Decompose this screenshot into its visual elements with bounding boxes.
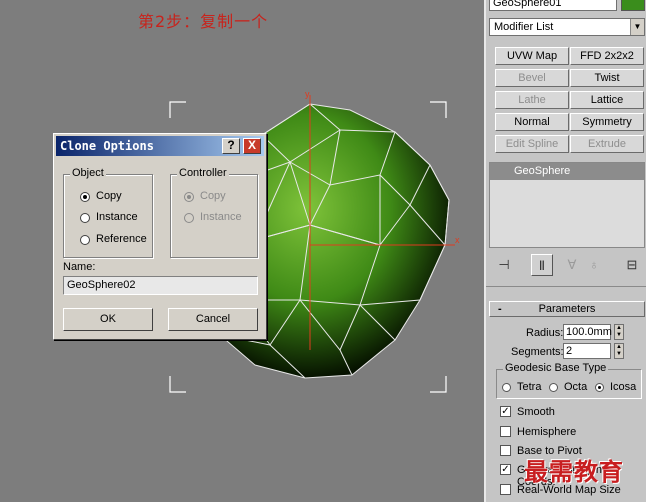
controller-group: Controller Copy Instance: [170, 167, 258, 258]
close-button[interactable]: X: [243, 138, 261, 154]
dialog-titlebar[interactable]: Clone Options ? X: [56, 136, 264, 156]
stack-toolbar: ⊣ Ⅱ ∀ ♁ ⊟: [489, 254, 645, 276]
configure-sets-icon[interactable]: ⊟: [621, 254, 643, 276]
modifier-stack[interactable]: GeoSphere: [489, 162, 645, 248]
icosa-radio[interactable]: [595, 383, 604, 392]
modifier-twist-button[interactable]: Twist: [570, 69, 644, 87]
modifier-bevel-button: Bevel: [495, 69, 569, 87]
octa-radio[interactable]: [549, 383, 558, 392]
controller-copy-radio: [184, 192, 194, 202]
show-end-result-icon[interactable]: Ⅱ: [531, 254, 553, 276]
modifier-ffd-button[interactable]: FFD 2x2x2: [570, 47, 644, 65]
modifier-normal-button[interactable]: Normal: [495, 113, 569, 131]
octa-label[interactable]: Octa: [564, 381, 587, 393]
hemisphere-label[interactable]: Hemisphere: [517, 426, 576, 438]
cancel-button[interactable]: Cancel: [168, 308, 258, 331]
stack-item-geosphere[interactable]: GeoSphere: [490, 163, 644, 180]
modifier-uvw-map-button[interactable]: UVW Map: [495, 47, 569, 65]
generate-mapping-checkbox[interactable]: ✓: [500, 464, 511, 475]
object-copy-label[interactable]: Copy: [96, 190, 122, 202]
command-panel: GeoSphere01 Modifier List ▼ UVW Map FFD …: [484, 0, 646, 502]
clone-name-input[interactable]: GeoSphere02: [63, 276, 258, 295]
segments-spinner[interactable]: ▲ ▼: [614, 343, 624, 359]
collapse-icon: -: [498, 303, 502, 315]
controller-instance-radio: [184, 213, 194, 223]
step-title: 第2步：复制一个: [138, 12, 269, 31]
radius-spinner[interactable]: ▲ ▼: [614, 324, 624, 340]
smooth-label[interactable]: Smooth: [517, 406, 555, 418]
controller-instance-label: Instance: [200, 211, 242, 223]
hemisphere-checkbox[interactable]: [500, 426, 511, 437]
modifier-edit-spline-button: Edit Spline: [495, 135, 569, 153]
tetra-radio[interactable]: [502, 383, 511, 392]
object-reference-radio[interactable]: [80, 235, 90, 245]
object-instance-radio[interactable]: [80, 213, 90, 223]
segments-label: Segments:: [511, 346, 564, 358]
ok-button[interactable]: OK: [63, 308, 153, 331]
controller-group-title: Controller: [177, 167, 229, 179]
object-copy-radio[interactable]: [80, 192, 90, 202]
geodesic-base-type-group: Geodesic Base Type Tetra Octa Icosa: [496, 362, 642, 399]
modifier-extrude-button: Extrude: [570, 135, 644, 153]
modifier-list-label: Modifier List: [494, 21, 554, 33]
object-color-swatch[interactable]: [621, 0, 645, 11]
radius-input[interactable]: 100.0mm: [563, 324, 612, 340]
radius-label: Radius:: [526, 327, 564, 339]
smooth-checkbox[interactable]: ✓: [500, 406, 511, 417]
modifier-list-dropdown[interactable]: Modifier List ▼: [489, 18, 645, 36]
axis-y-label: y: [305, 89, 310, 99]
dialog-title: Clone Options: [60, 139, 154, 153]
object-instance-label[interactable]: Instance: [96, 211, 138, 223]
name-label: Name:: [63, 261, 96, 273]
modifier-lathe-button: Lathe: [495, 91, 569, 109]
pin-stack-icon[interactable]: ⊣: [493, 254, 515, 276]
modifier-symmetry-button[interactable]: Symmetry: [570, 113, 644, 131]
rollout-title: Parameters: [538, 303, 596, 315]
icosa-label[interactable]: Icosa: [610, 381, 636, 393]
controller-copy-label: Copy: [200, 190, 226, 202]
segments-input[interactable]: 2: [563, 343, 611, 359]
object-reference-label[interactable]: Reference: [96, 233, 147, 245]
panel-divider: [486, 286, 646, 287]
help-button[interactable]: ?: [222, 138, 240, 154]
axis-x-label: x: [455, 235, 460, 245]
base-to-pivot-checkbox[interactable]: [500, 445, 511, 456]
parameters-rollout[interactable]: - Parameters: [489, 301, 645, 317]
object-group: Object Copy Instance Reference: [63, 167, 153, 258]
make-unique-icon[interactable]: ∀: [561, 254, 583, 276]
object-group-title: Object: [70, 167, 106, 179]
real-world-map-size-checkbox[interactable]: [500, 484, 511, 495]
modifier-lattice-button[interactable]: Lattice: [570, 91, 644, 109]
geodesic-group-title: Geodesic Base Type: [503, 362, 609, 374]
tetra-label[interactable]: Tetra: [517, 381, 541, 393]
object-name-field[interactable]: GeoSphere01: [489, 0, 617, 11]
remove-modifier-icon[interactable]: ♁: [583, 254, 605, 276]
clone-options-dialog: Clone Options ? X Object Copy Instance R…: [53, 133, 267, 340]
chevron-down-icon[interactable]: ▼: [630, 19, 644, 35]
watermark: 最需教育: [524, 458, 624, 486]
